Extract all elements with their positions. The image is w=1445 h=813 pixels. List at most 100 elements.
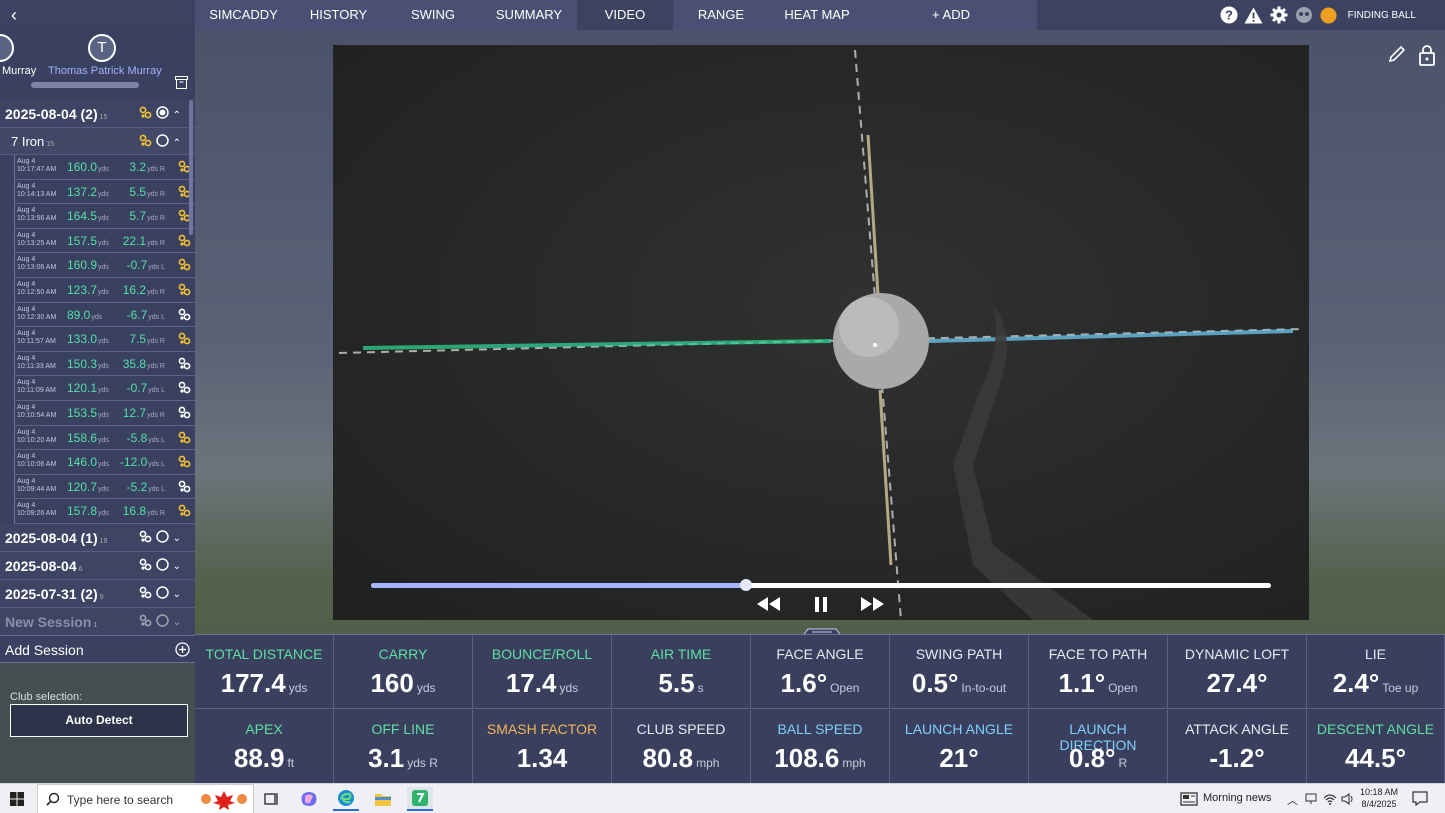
shot-row[interactable]: Aug 4 10:11:33 AM 150.3yds 35.8yds R <box>14 351 195 377</box>
chevron-down-icon[interactable]: ⌄ <box>173 561 181 572</box>
shot-row[interactable]: Aug 4 10:10:20 AM 158.6yds -5.8yds L <box>14 425 195 451</box>
club-icon[interactable] <box>178 431 191 449</box>
tab-add[interactable]: + ADD <box>865 0 1037 30</box>
session-row[interactable]: 2025-08-04 6 ⌄ <box>0 551 195 580</box>
metric-swing-path[interactable]: SWING PATH 0.5° In-to-out <box>890 635 1029 709</box>
shot-row[interactable]: Aug 4 10:13:56 AM 164.5yds 5.7yds R <box>14 204 195 229</box>
metric-ball-speed[interactable]: BALL SPEED 108.6 mph <box>751 710 890 784</box>
chevron-up-icon[interactable]: ⌃ <box>173 138 181 149</box>
scrollbar[interactable] <box>189 100 193 235</box>
volume-icon[interactable] <box>1341 792 1355 810</box>
metric-attack-angle[interactable]: ATTACK ANGLE -1.2° <box>1168 710 1307 784</box>
pencil-icon[interactable] <box>1387 44 1407 71</box>
metric-carry[interactable]: CARRY 160 yds <box>334 635 473 709</box>
session-row[interactable]: 2025-08-04 (1) 19 ⌄ <box>0 523 195 552</box>
profile-name-2[interactable]: Thomas Patrick Murray <box>48 65 162 77</box>
profile-avatar-2[interactable]: T <box>88 34 116 62</box>
back-arrow-icon[interactable]: ‹ <box>4 4 24 26</box>
profile-avatar-1[interactable] <box>0 34 14 62</box>
metric-club-speed[interactable]: CLUB SPEED 80.8 mph <box>612 710 751 784</box>
metric-total-distance[interactable]: TOTAL DISTANCE 177.4 yds <box>195 635 334 709</box>
metric-off-line[interactable]: OFF LINE 3.1 yds R <box>334 710 473 784</box>
club-icon[interactable] <box>178 455 191 473</box>
fast-forward-icon[interactable] <box>860 595 886 617</box>
tab-range[interactable]: RANGE <box>673 0 769 30</box>
chevron-down-icon[interactable]: ⌄ <box>173 617 181 628</box>
task-view-icon[interactable] <box>259 787 285 811</box>
metric-launch-direction[interactable]: LAUNCH DIRECTION 0.8° R <box>1029 710 1168 784</box>
shot-row[interactable]: Aug 4 10:12:30 AM 89.0yds -6.7yds L <box>14 302 195 328</box>
taskbar-clock[interactable]: 10:18 AM 8/4/2025 <box>1360 786 1398 810</box>
tab-video[interactable]: VIDEO <box>577 0 673 30</box>
metric-launch-angle[interactable]: LAUNCH ANGLE 21° <box>890 710 1029 784</box>
radio-icon[interactable] <box>155 530 169 548</box>
session-row[interactable]: New Session 1 ⌄ <box>0 607 195 636</box>
file-explorer-icon[interactable] <box>370 787 396 811</box>
club-icon[interactable] <box>178 357 191 375</box>
pause-icon[interactable] <box>812 595 830 617</box>
chevron-down-icon[interactable]: ⌄ <box>173 589 181 600</box>
archive-icon[interactable] <box>175 76 188 94</box>
metric-air-time[interactable]: AIR TIME 5.5 s <box>612 635 751 709</box>
metric-face-to-path[interactable]: FACE TO PATH 1.1° Open <box>1029 635 1168 709</box>
club-icon[interactable] <box>178 308 191 326</box>
club-icon[interactable] <box>178 480 191 498</box>
edge-browser-icon[interactable] <box>333 787 359 811</box>
club-icon[interactable] <box>178 332 191 350</box>
shot-row[interactable]: Aug 4 10:09:44 AM 120.7yds -5.2yds L <box>14 474 195 500</box>
plus-circle-icon[interactable] <box>175 642 190 662</box>
chevron-up-icon[interactable]: ︿ <box>1287 792 1298 808</box>
swing-video[interactable] <box>333 45 1309 620</box>
session-row[interactable]: 2025-07-31 (2) 9 ⌄ <box>0 579 195 608</box>
metric-face-angle[interactable]: FACE ANGLE 1.6° Open <box>751 635 890 709</box>
copilot-icon[interactable] <box>296 787 322 811</box>
club-icon[interactable] <box>178 406 191 424</box>
radio-icon[interactable] <box>155 614 169 632</box>
club-icon[interactable] <box>178 283 191 301</box>
rewind-icon[interactable] <box>755 595 781 617</box>
club-icon[interactable] <box>178 504 191 522</box>
selected-radio-icon[interactable] <box>155 106 169 124</box>
metric-bounce-roll[interactable]: BOUNCE/ROLL 17.4 yds <box>473 635 612 709</box>
wifi-icon[interactable] <box>1323 792 1337 810</box>
radio-icon[interactable] <box>155 134 169 152</box>
profile-name-1[interactable]: Murray <box>2 65 36 77</box>
shot-row[interactable]: Aug 4 10:11:57 AM 133.0yds 7.5yds R <box>14 327 195 352</box>
add-session-button[interactable]: Add Session <box>0 635 195 663</box>
tab-simcaddy[interactable]: SIMCADDY <box>195 0 292 30</box>
tab-history[interactable]: HISTORY <box>292 0 385 30</box>
windows-start-icon[interactable] <box>10 792 24 811</box>
network-icon[interactable] <box>1305 792 1317 810</box>
news-icon[interactable] <box>1180 792 1198 811</box>
club-icon[interactable] <box>178 381 191 399</box>
shot-row[interactable]: Aug 4 10:13:25 AM 157.5yds 22.1yds R <box>14 228 195 254</box>
shot-row[interactable]: Aug 4 10:11:09 AM 120.1yds -0.7yds L <box>14 376 195 401</box>
metric-descent-angle[interactable]: DESCENT ANGLE 44.5° <box>1307 710 1445 784</box>
notifications-icon[interactable] <box>1412 791 1428 811</box>
shot-row[interactable]: Aug 4 10:14:13 AM 137.2yds 5.5yds R <box>14 179 195 205</box>
profile-scroll-bar[interactable] <box>31 82 139 88</box>
radio-icon[interactable] <box>155 586 169 604</box>
help-icon[interactable]: ? <box>1219 5 1239 25</box>
shot-row[interactable]: Aug 4 10:13:06 AM 160.9yds -0.7yds L <box>14 253 195 278</box>
shot-row[interactable]: Aug 4 10:17:47 AM 160.0yds 3.2yds R <box>14 155 195 180</box>
chevron-down-icon[interactable]: ⌄ <box>173 533 181 544</box>
lock-icon[interactable] <box>1417 44 1437 71</box>
warning-icon[interactable] <box>1244 5 1264 25</box>
shot-row[interactable]: Aug 4 10:12:50 AM 123.7yds 16.2yds R <box>14 277 195 303</box>
club-row[interactable]: 7 Iron 15 ⌃ <box>0 128 195 155</box>
news-label[interactable]: Morning news <box>1203 792 1271 804</box>
shot-row[interactable]: Aug 4 10:09:26 AM 157.8yds 16.8yds R <box>14 499 195 524</box>
taskbar-search-input[interactable]: Type here to search <box>37 784 254 813</box>
chevron-up-icon[interactable]: ⌃ <box>173 110 181 121</box>
club-icon[interactable] <box>178 234 191 252</box>
tab-heat-map[interactable]: HEAT MAP <box>769 0 865 30</box>
metric-lie[interactable]: LIE 2.4° Toe up <box>1307 635 1445 709</box>
club-selection-dropdown[interactable]: Auto Detect <box>10 704 188 737</box>
metric-dynamic-loft[interactable]: DYNAMIC LOFT 27.4° <box>1168 635 1307 709</box>
club-icon[interactable] <box>178 258 191 276</box>
shot-row[interactable]: Aug 4 10:10:54 AM 153.5yds 12.7yds R <box>14 400 195 426</box>
gear-icon[interactable] <box>1269 5 1289 25</box>
tab-swing[interactable]: SWING <box>385 0 481 30</box>
video-seek-bar[interactable] <box>371 579 1271 591</box>
